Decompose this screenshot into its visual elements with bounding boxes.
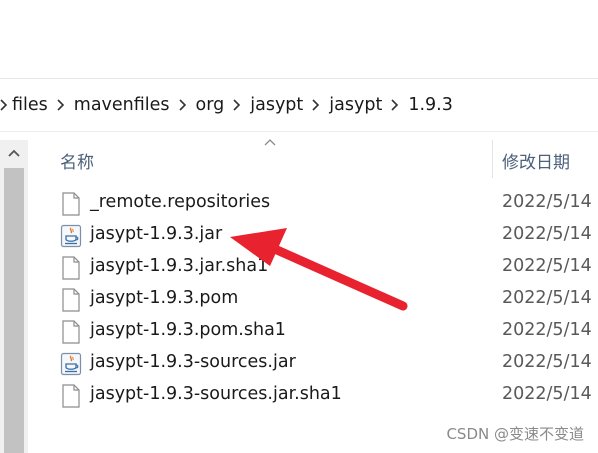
chevron-right-icon[interactable] xyxy=(48,99,74,111)
file-name: jasypt-1.9.3.pom.sha1 xyxy=(90,320,286,340)
file-row[interactable]: jasypt-1.9.3.jar 2022/5/14 xyxy=(0,219,598,251)
file-date: 2022/5/14 xyxy=(502,320,592,340)
breadcrumb-item-jasypt[interactable]: jasypt xyxy=(250,95,303,115)
blank-file-icon xyxy=(62,384,80,408)
blank-file-icon xyxy=(62,192,80,216)
file-name: jasypt-1.9.3.jar xyxy=(90,224,223,244)
file-date: 2022/5/14 xyxy=(502,224,592,244)
breadcrumb-item-jasypt-sub[interactable]: jasypt xyxy=(329,95,382,115)
blank-file-icon xyxy=(62,256,80,280)
file-row[interactable]: jasypt-1.9.3-sources.jar.sha1 2022/5/14 xyxy=(0,379,598,411)
chevron-right-icon[interactable] xyxy=(224,99,250,111)
breadcrumb-item-files[interactable]: files xyxy=(12,95,48,115)
chevron-right-icon[interactable] xyxy=(382,99,408,111)
file-row[interactable]: jasypt-1.9.3.pom.sha1 2022/5/14 xyxy=(0,315,598,347)
column-header-name[interactable]: 名称 xyxy=(60,148,94,173)
chevron-up-icon xyxy=(8,149,20,157)
java-jar-icon xyxy=(60,352,82,376)
chevron-right-icon[interactable] xyxy=(0,95,12,115)
chevron-right-icon[interactable] xyxy=(303,99,329,111)
divider xyxy=(0,131,598,132)
breadcrumb: files mavenfiles org jasypt jasypt 1.9.3 xyxy=(0,79,598,131)
breadcrumb-item-org[interactable]: org xyxy=(196,95,225,115)
breadcrumb-item-mavenfiles[interactable]: mavenfiles xyxy=(74,95,170,115)
sort-ascending-icon xyxy=(264,139,276,146)
file-name: _remote.repositories xyxy=(90,192,271,212)
file-name: jasypt-1.9.3-sources.jar xyxy=(90,352,296,372)
blank-file-icon xyxy=(62,288,80,312)
column-divider[interactable] xyxy=(492,140,493,178)
watermark: CSDN @变速不变道 xyxy=(446,425,584,443)
file-row[interactable]: jasypt-1.9.3.pom 2022/5/14 xyxy=(0,283,598,315)
java-jar-icon xyxy=(60,224,82,248)
file-date: 2022/5/14 xyxy=(502,288,592,308)
scroll-up-button[interactable] xyxy=(0,140,28,166)
file-date: 2022/5/14 xyxy=(502,384,592,404)
chevron-right-icon[interactable] xyxy=(170,99,196,111)
file-name: jasypt-1.9.3.jar.sha1 xyxy=(90,256,269,276)
window-top-area xyxy=(0,0,598,78)
file-row[interactable]: jasypt-1.9.3.jar.sha1 2022/5/14 xyxy=(0,251,598,283)
file-row[interactable]: jasypt-1.9.3-sources.jar 2022/5/14 xyxy=(0,347,598,379)
column-header-modified[interactable]: 修改日期 xyxy=(502,148,570,173)
file-row[interactable]: _remote.repositories 2022/5/14 xyxy=(0,187,598,219)
blank-file-icon xyxy=(62,320,80,344)
file-date: 2022/5/14 xyxy=(502,352,592,372)
file-date: 2022/5/14 xyxy=(502,192,592,212)
file-name: jasypt-1.9.3-sources.jar.sha1 xyxy=(90,384,342,404)
breadcrumb-item-version[interactable]: 1.9.3 xyxy=(408,95,453,115)
file-name: jasypt-1.9.3.pom xyxy=(90,288,239,308)
file-date: 2022/5/14 xyxy=(502,256,592,276)
